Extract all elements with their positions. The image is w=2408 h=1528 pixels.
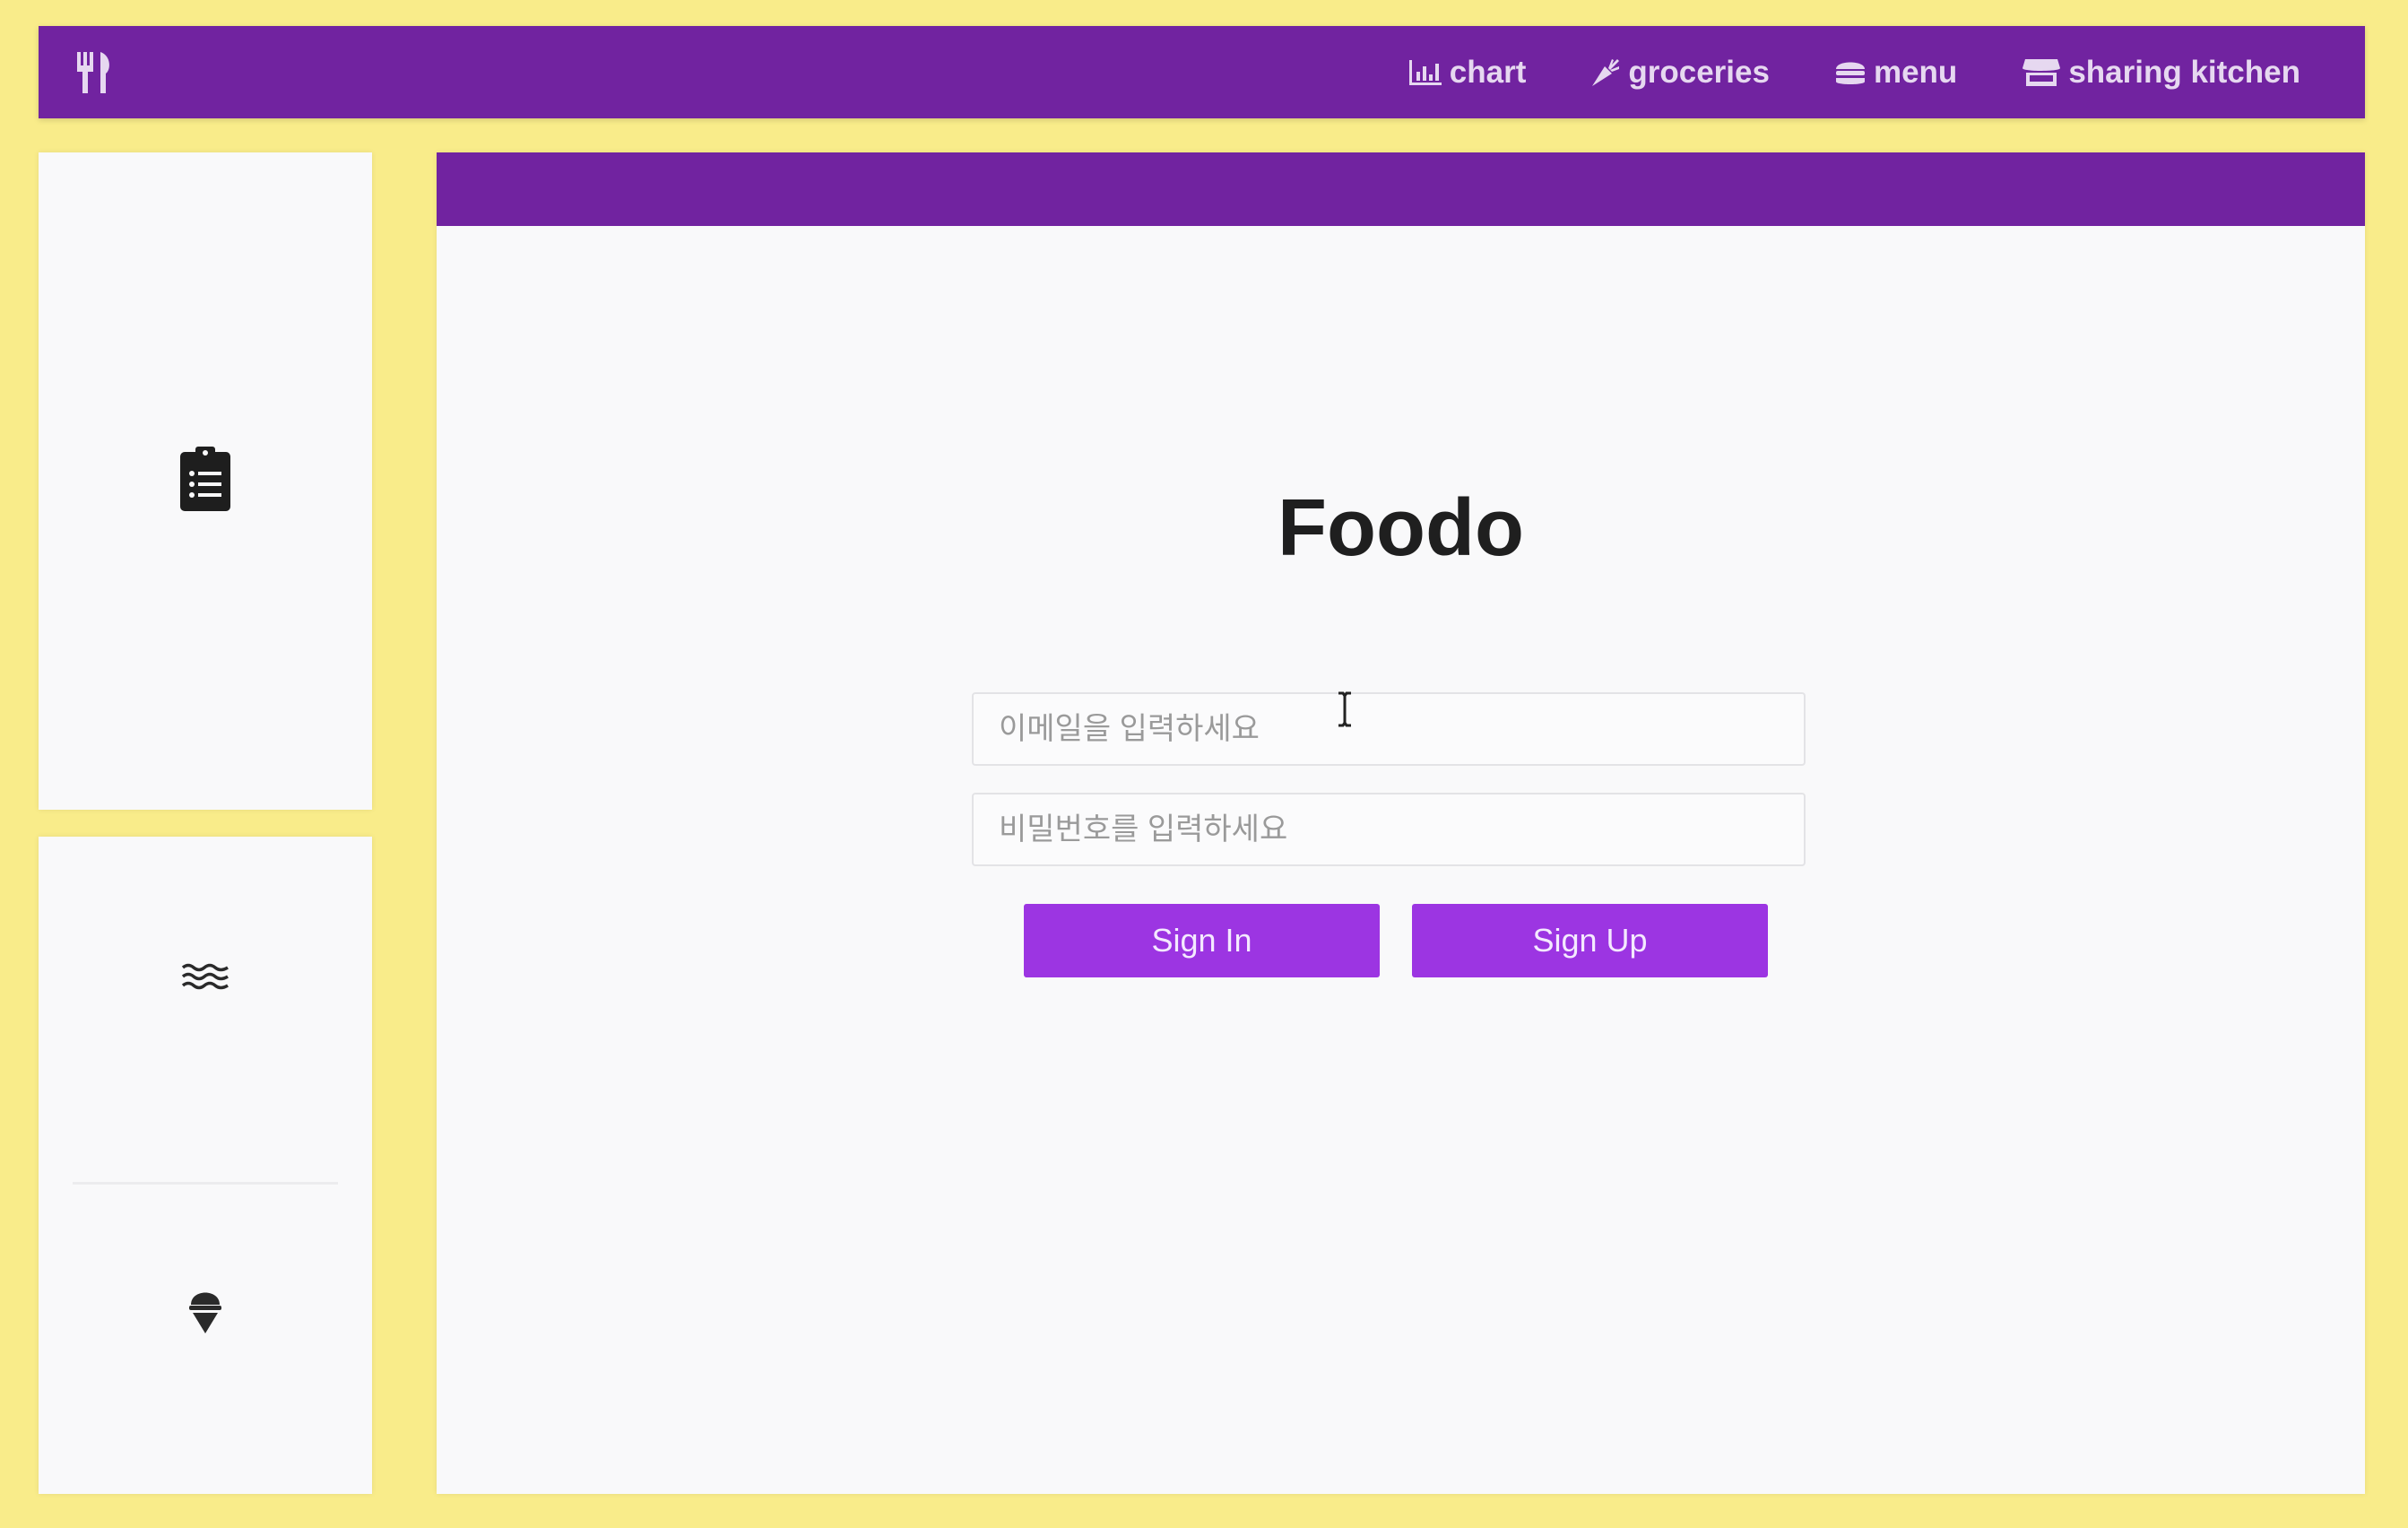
sidebar-card-recipes (39, 152, 372, 810)
nav-groceries-label: groceries (1628, 54, 1770, 90)
nav-menu[interactable]: menu (1834, 55, 1957, 91)
hamburger-icon (1834, 58, 1867, 87)
text-cursor-icon (1336, 690, 1354, 728)
app-title: Foodo (1278, 483, 1524, 573)
sidebar-card-drinks-desserts (39, 837, 372, 1494)
clipboard-list-icon[interactable] (178, 445, 232, 513)
nav-chart[interactable]: chart (1408, 54, 1527, 91)
sidebar-divider (73, 1182, 338, 1185)
nav-menu-label: menu (1873, 54, 1958, 90)
main-panel: Foodo Sign In Sign Up (437, 152, 2365, 1494)
password-input[interactable] (972, 793, 1806, 866)
nav-sharing-kitchen-label: sharing kitchen (2068, 54, 2300, 90)
nav-groceries[interactable]: groceries (1590, 55, 1770, 91)
carrot-icon (1590, 57, 1621, 88)
water-waves-icon[interactable] (181, 962, 230, 993)
email-input[interactable] (972, 692, 1806, 766)
top-navbar: chart groceries menu sharing kitchen (39, 26, 2365, 118)
sign-in-button[interactable]: Sign In (1024, 904, 1380, 977)
store-icon (2022, 57, 2061, 88)
main-header-bar (437, 152, 2365, 226)
nav-sharing-kitchen[interactable]: sharing kitchen (2022, 55, 2300, 91)
chart-icon (1408, 59, 1442, 86)
sign-up-button[interactable]: Sign Up (1412, 904, 1768, 977)
nav-chart-label: chart (1449, 54, 1527, 90)
utensils-icon[interactable] (70, 48, 120, 98)
ice-cream-icon[interactable] (187, 1285, 223, 1335)
